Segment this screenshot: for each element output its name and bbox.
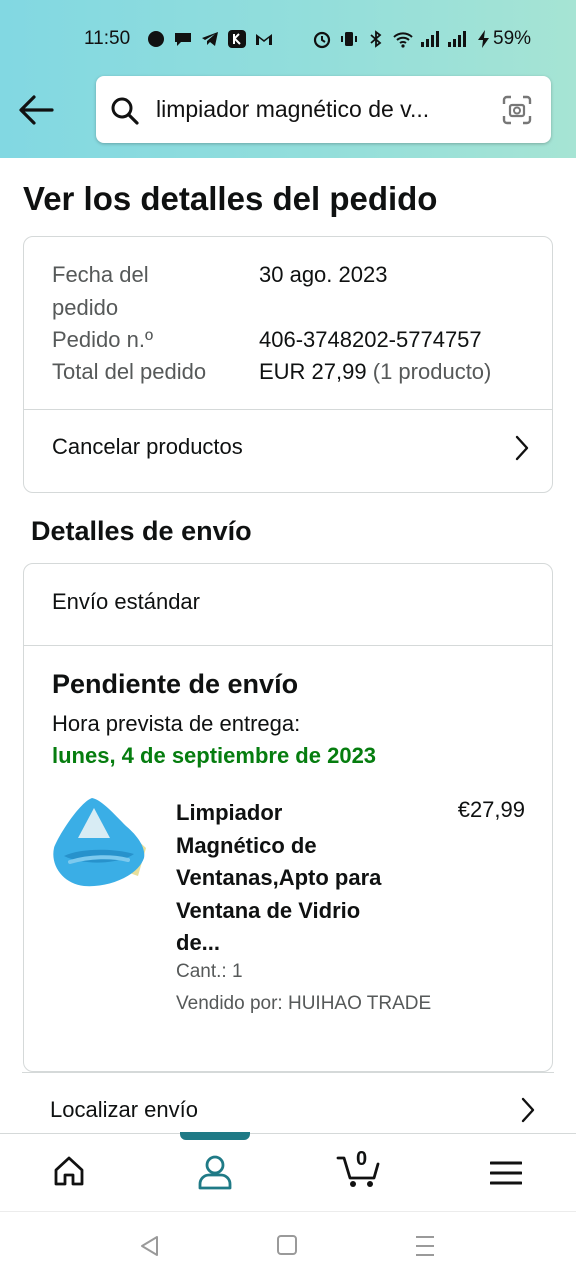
- bluetooth-icon: [370, 30, 382, 48]
- order-date-label: Fecha del pedido: [52, 262, 149, 320]
- wifi-icon: [393, 32, 413, 48]
- signal-2-icon: [448, 31, 466, 47]
- gmail-icon: [256, 34, 272, 45]
- recents-icon[interactable]: [414, 1234, 436, 1258]
- status-bar: 11:50 59%: [0, 24, 576, 56]
- search-bar[interactable]: limpiador magnético de v...: [96, 76, 551, 143]
- search-icon: [111, 97, 139, 125]
- notification-icons: [146, 29, 274, 49]
- track-shipment-label: Localizar envío: [50, 1097, 198, 1122]
- chevron-right-icon: [521, 1097, 535, 1123]
- charging-icon: [478, 30, 489, 48]
- eta-date: lunes, 4 de septiembre de 2023: [52, 743, 377, 768]
- product-image[interactable]: [50, 796, 154, 896]
- active-tab-indicator: [180, 1132, 250, 1140]
- order-total-label: Total del pedido: [52, 359, 207, 384]
- system-nav-bar: [0, 1211, 576, 1280]
- chat-bubble-icon: [148, 31, 164, 47]
- back-triangle-icon[interactable]: [138, 1234, 160, 1258]
- order-number-label: Pedido n.º: [52, 327, 153, 352]
- cart-button[interactable]: 0: [336, 1148, 384, 1190]
- cancel-products-link[interactable]: Cancelar productos: [24, 409, 552, 493]
- telegram-icon: [202, 32, 218, 46]
- status-time: 11:50: [84, 28, 131, 49]
- k-app-icon: [228, 30, 246, 48]
- shipment-card: Envío estándar Pendiente de envío Hora p…: [23, 563, 553, 1072]
- track-shipment-link[interactable]: Localizar envío: [22, 1072, 554, 1132]
- header-bar: 11:50 59% limpiador magnético de v...: [0, 0, 576, 158]
- vibrate-icon: [341, 32, 357, 46]
- divider: [24, 645, 552, 646]
- chevron-right-icon: [515, 435, 529, 461]
- order-total-value: EUR 27,99 (1 producto): [259, 359, 492, 384]
- product-quantity: Cant.: 1: [176, 961, 243, 982]
- product-title-link[interactable]: Limpiador Magnético de Ventanas,Apto par…: [176, 797, 426, 960]
- back-arrow-icon[interactable]: [16, 92, 56, 128]
- home-square-icon[interactable]: [276, 1234, 298, 1256]
- product-seller: Vendido por: HUIHAO TRADE: [176, 993, 432, 1014]
- message-icon: [175, 33, 191, 46]
- page-title: Ver los detalles del pedido: [23, 180, 438, 217]
- alarm-icon: [313, 31, 331, 49]
- order-summary-card: Fecha del pedido 30 ago. 2023 Pedido n.º…: [23, 236, 553, 493]
- bottom-nav: 0: [0, 1132, 576, 1211]
- camera-scan-icon[interactable]: [501, 94, 533, 126]
- home-icon[interactable]: [52, 1154, 86, 1188]
- shipping-method: Envío estándar: [52, 589, 200, 614]
- cart-count: 0: [356, 1148, 368, 1170]
- eta-label: Hora prevista de entrega:: [52, 711, 301, 736]
- menu-icon[interactable]: [490, 1160, 522, 1186]
- order-date-value: 30 ago. 2023: [259, 262, 388, 287]
- product-price: €27,99: [457, 797, 525, 822]
- search-input[interactable]: limpiador magnético de v...: [156, 96, 486, 123]
- signal-1-icon: [421, 31, 439, 47]
- cancel-products-label: Cancelar productos: [52, 434, 243, 459]
- shipment-status: Pendiente de envío: [52, 669, 299, 699]
- profile-icon[interactable]: [196, 1154, 234, 1190]
- order-item-count: (1 producto): [372, 359, 492, 384]
- order-number-value: 406-3748202-5774757: [259, 327, 482, 352]
- shipping-section-title: Detalles de envío: [31, 516, 252, 546]
- system-icons: [312, 29, 494, 49]
- battery-level: 59%: [493, 28, 532, 49]
